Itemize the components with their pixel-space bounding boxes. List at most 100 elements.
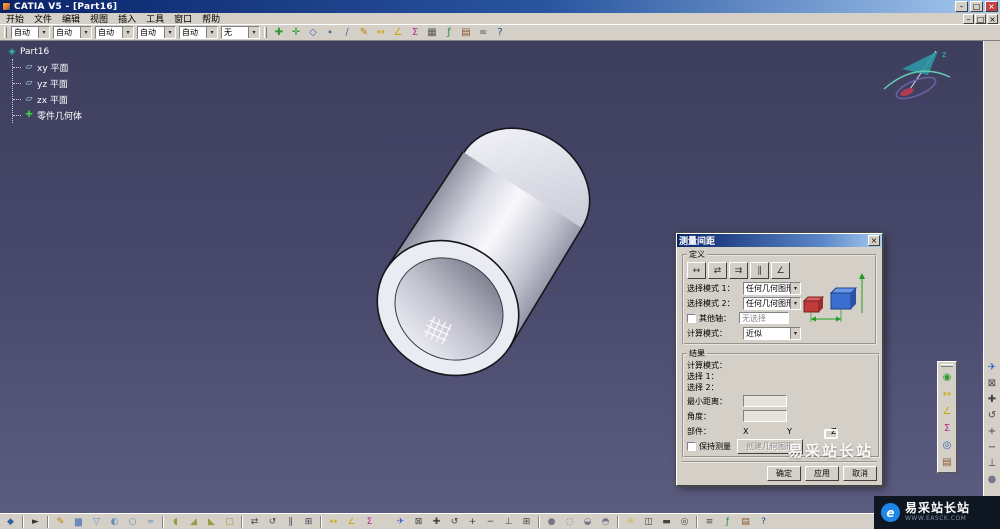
grid-icon[interactable]: ▦ <box>424 26 440 40</box>
render-style-icon[interactable]: ● <box>985 471 1000 487</box>
wireframe-icon[interactable]: ◌ <box>561 515 578 528</box>
zoom-in-icon[interactable]: + <box>464 515 481 528</box>
tree-item-part-body[interactable]: ✚ 零件几何体 <box>13 107 82 123</box>
cancel-button[interactable]: 取消 <box>843 466 877 481</box>
mass-properties-icon[interactable]: Σ <box>361 515 378 528</box>
measure-between-mode-button[interactable]: ↔ <box>687 262 706 279</box>
measure-between-icon[interactable]: ↔ <box>373 26 389 40</box>
cylinder-part[interactable] <box>351 103 613 402</box>
menu-item-7[interactable]: 帮助 <box>197 12 225 25</box>
menu-item-6[interactable]: 窗口 <box>169 12 197 25</box>
translate-icon[interactable]: ⇄ <box>246 515 263 528</box>
selection-mode-1-select[interactable]: 任何几何图形 ▾ <box>743 281 801 295</box>
catalog-icon[interactable]: ▤ <box>458 26 474 40</box>
other-axis-checkbox[interactable] <box>687 313 696 323</box>
hole-icon[interactable]: ○ <box>124 515 141 528</box>
chevron-down-icon[interactable]: ▾ <box>248 27 259 38</box>
normal-view-icon[interactable]: ⊥ <box>985 455 1000 471</box>
multi-view-icon[interactable]: ⊞ <box>518 515 535 528</box>
chevron-down-icon[interactable]: ▾ <box>80 27 91 38</box>
keep-measure-checkbox[interactable] <box>687 441 696 451</box>
swap-space-icon[interactable]: ◓ <box>597 515 614 528</box>
measure-between-chain-mode-button[interactable]: ⇄ <box>708 262 727 279</box>
rib-icon[interactable]: ≈ <box>142 515 159 528</box>
translate-axis-icon[interactable]: ✚ <box>271 26 287 40</box>
fly-mode-icon[interactable]: ✈ <box>985 359 1000 375</box>
rotate-axis-icon[interactable]: ✛ <box>288 26 304 40</box>
menu-item-5[interactable]: 工具 <box>141 12 169 25</box>
menu-item-2[interactable]: 编辑 <box>57 12 85 25</box>
toolbar-combo-2[interactable]: 自动 ▾ <box>53 26 92 39</box>
chevron-down-icon[interactable]: ▾ <box>122 27 133 38</box>
mass-properties-icon[interactable]: Σ <box>407 26 423 40</box>
pan-icon[interactable]: ✚ <box>985 391 1000 407</box>
measure-item-icon[interactable]: ∠ <box>343 515 360 528</box>
mirror-icon[interactable]: ∥ <box>282 515 299 528</box>
normal-view-icon[interactable]: ⊥ <box>500 515 517 528</box>
rotate-view-icon[interactable]: ↺ <box>985 407 1000 423</box>
toolbar-grip[interactable] <box>4 27 7 38</box>
sketch-icon[interactable]: ✎ <box>356 26 372 40</box>
point-icon[interactable]: ∙ <box>322 26 338 40</box>
tree-item-xy-plane[interactable]: ▱ xy 平面 <box>13 59 82 75</box>
menu-item-0[interactable]: 开始 <box>1 12 29 25</box>
apply-button[interactable]: 应用 <box>805 466 839 481</box>
measure-between-fan-mode-button[interactable]: ⇉ <box>729 262 748 279</box>
pan-icon[interactable]: ✚ <box>428 515 445 528</box>
ground-icon[interactable]: ▬ <box>658 515 675 528</box>
ok-button[interactable]: 确定 <box>767 466 801 481</box>
fly-mode-icon[interactable]: ✈ <box>392 515 409 528</box>
child-restore-button[interactable]: □ <box>975 13 986 24</box>
help-icon[interactable]: ? <box>492 26 508 40</box>
measure-item-icon[interactable]: ∠ <box>390 26 406 40</box>
toolbar-combo-5[interactable]: 自动 ▾ <box>179 26 218 39</box>
menu-item-3[interactable]: 视图 <box>85 12 113 25</box>
pad-icon[interactable]: ▆ <box>70 515 87 528</box>
measure-thickness-mode-button[interactable]: ∥ <box>750 262 769 279</box>
depth-effect-icon[interactable]: ◫ <box>640 515 657 528</box>
shell-icon[interactable]: ▢ <box>221 515 238 528</box>
zoom-in-icon[interactable]: + <box>985 423 1000 439</box>
toolbar-combo-6[interactable]: 无 ▾ <box>221 26 260 39</box>
toolbar-grip[interactable] <box>941 364 953 367</box>
tree-root-part16[interactable]: ◈ Part16 <box>7 44 82 59</box>
3d-viewport[interactable]: z ◈ Part16 ▱ xy 平面 ▱ yz 平面 ▱ zx 平面 ✚ 零件几何体 测量间距… <box>0 41 983 513</box>
plane-icon[interactable]: ◇ <box>305 26 321 40</box>
compass-tool-icon[interactable]: ◎ <box>939 437 955 454</box>
measure-angle-mode-button[interactable]: ∠ <box>771 262 790 279</box>
view-compass-icon[interactable]: z <box>883 50 951 103</box>
rotate-icon[interactable]: ↺ <box>264 515 281 528</box>
measure-between-icon[interactable]: ↔ <box>939 386 955 403</box>
sun-light-icon[interactable]: ☼ <box>622 515 639 528</box>
sketcher-icon[interactable]: ✎ <box>52 515 69 528</box>
formula-icon[interactable]: ƒ <box>441 26 457 40</box>
axis-system-icon[interactable]: ◉ <box>939 369 955 386</box>
pocket-icon[interactable]: ▽ <box>88 515 105 528</box>
zoom-out-icon[interactable]: − <box>985 439 1000 455</box>
pattern-icon[interactable]: ⊞ <box>300 515 317 528</box>
child-close-button[interactable]: × <box>987 13 998 24</box>
chevron-down-icon[interactable]: ▾ <box>790 327 800 339</box>
chevron-down-icon[interactable]: ▾ <box>38 27 49 38</box>
chamfer-icon[interactable]: ◢ <box>185 515 202 528</box>
shaft-icon[interactable]: ◐ <box>106 515 123 528</box>
hide-show-icon[interactable]: ◒ <box>579 515 596 528</box>
measure-item-icon[interactable]: ∠ <box>939 403 955 420</box>
rotate-view-icon[interactable]: ↺ <box>446 515 463 528</box>
line-icon[interactable]: ∕ <box>339 26 355 40</box>
zoom-out-icon[interactable]: − <box>482 515 499 528</box>
fit-all-icon[interactable]: ⊠ <box>410 515 427 528</box>
tree-item-yz-plane[interactable]: ▱ yz 平面 <box>13 75 82 91</box>
toolbar-combo-4[interactable]: 自动 ▾ <box>137 26 176 39</box>
minimize-button[interactable]: – <box>955 1 968 12</box>
workbench-icon[interactable]: ◆ <box>2 515 19 528</box>
catalog-icon[interactable]: ▤ <box>737 515 754 528</box>
mass-properties-icon[interactable]: Σ <box>939 420 955 437</box>
select-icon[interactable]: ► <box>27 515 44 528</box>
formula-icon[interactable]: ƒ <box>719 515 736 528</box>
menu-item-1[interactable]: 文件 <box>29 12 57 25</box>
magnifier-icon[interactable]: ◎ <box>676 515 693 528</box>
toolbar-combo-3[interactable]: 自动 ▾ <box>95 26 134 39</box>
selection-mode-2-select[interactable]: 任何几何图形 ▾ <box>743 296 801 310</box>
help-icon[interactable]: ? <box>755 515 772 528</box>
